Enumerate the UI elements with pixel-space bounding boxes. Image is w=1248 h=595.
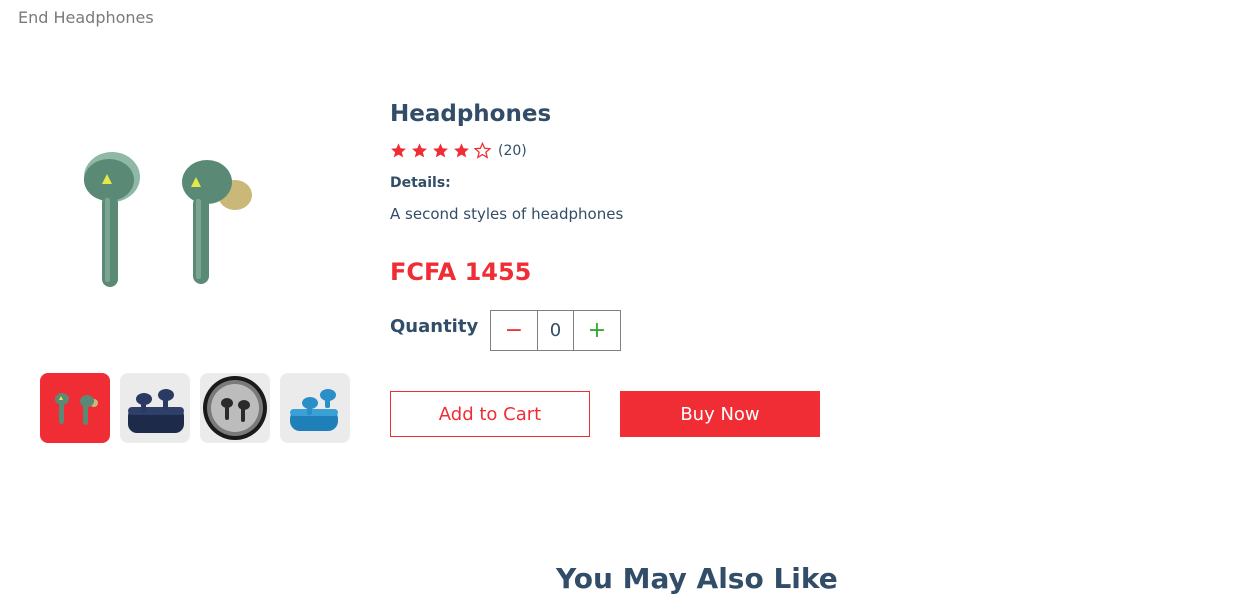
quantity-stepper: − 0 +: [490, 310, 621, 351]
product-main-image: [60, 150, 280, 300]
product-price: FCFA 1455: [390, 258, 532, 286]
breadcrumb: End Headphones: [18, 8, 154, 27]
quantity-label: Quantity: [390, 316, 479, 337]
star-filled-icon: [454, 143, 469, 158]
section-heading: You May Also Like: [556, 562, 838, 595]
product-details: A second styles of headphones: [390, 205, 624, 223]
star-filled-icon: [391, 143, 406, 158]
product-title: Headphones: [390, 101, 552, 127]
thumbnail-blue-earbuds-case[interactable]: [280, 373, 350, 443]
product-rating: (20): [390, 142, 527, 159]
thumbnail-navy-earbuds-case[interactable]: [120, 373, 190, 443]
star-outline-icon: [474, 142, 491, 159]
plus-icon[interactable]: +: [573, 311, 620, 350]
add-to-cart-button[interactable]: Add to Cart: [390, 391, 590, 437]
minus-icon[interactable]: −: [491, 311, 538, 350]
thumbnail-green-earbuds[interactable]: [40, 373, 110, 443]
buy-now-button[interactable]: Buy Now: [620, 391, 820, 437]
thumbnail-black-earbuds-case[interactable]: [200, 373, 270, 443]
thumbnail-gallery: [40, 373, 350, 443]
star-filled-icon: [412, 143, 427, 158]
star-filled-icon: [433, 143, 448, 158]
details-label: Details:: [390, 175, 451, 191]
review-count: (20): [498, 142, 527, 159]
quantity-value: 0: [549, 320, 562, 341]
